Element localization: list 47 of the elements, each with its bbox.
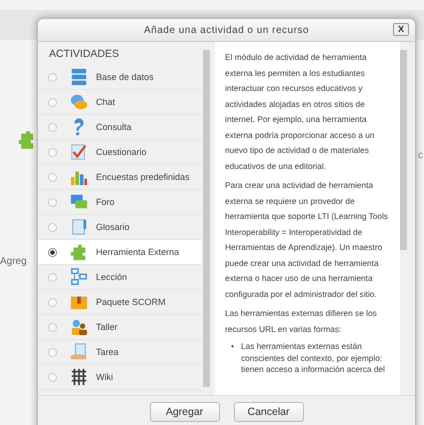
chat-icon [70,93,88,111]
wiki-icon [70,368,88,386]
description-paragraph: Para crear una actividad de herramienta externa se requiere un provedor de herramienta que soporte LTI (Learning Tools Interoperability = Interoperatividad de Herramientas de Aprendizaje). Un maestro puede crear una actividad de herramienta externa o hacer uso de una herramienta configurada por el administrador del sitio. [225,179,389,301]
flowchart-icon [70,268,88,286]
background-text: c [418,150,423,161]
puzzle-icon [18,130,34,150]
activity-item[interactable]: Tarea [38,340,201,365]
document-icon [70,343,88,361]
activity-item[interactable]: Lección [38,265,201,290]
cancel-button[interactable]: Cancelar [234,402,304,422]
activity-item[interactable]: Taller [38,315,201,340]
radio-button[interactable] [48,122,57,132]
radio-button[interactable] [48,272,57,282]
radio-button[interactable] [48,72,57,82]
activity-item[interactable]: Consulta [38,115,201,140]
activity-item[interactable]: Chat [38,90,201,115]
activity-item[interactable]: Base de datos [38,65,201,90]
radio-button[interactable] [48,148,57,156]
section-heading: ACTIVIDADES [48,48,120,62]
activity-item[interactable]: Herramienta Externa [38,240,201,265]
bullet-marker: • [231,341,235,352]
radio-button[interactable] [48,348,57,356]
checkmark-icon [70,143,88,161]
activity-item[interactable]: Encuestas predefinidas [38,165,201,190]
activity-item[interactable]: Paquete SCORM [38,290,201,315]
description-bullet: Las herramientas externas están conscientes del contexto, por ejemplo: tienen acceso a información acerca del [241,341,386,376]
radio-button[interactable] [48,372,57,382]
description-paragraph: El módulo de actividad de herramienta externa les permiten a los estudiantes interactuar con recursos educativos y actividades alojadas en otros sitios de internet. Por ejemplo, una herramienta externa podría proporcionar acceso a un nuevo tipo de actividad o de materiales educativos de una editorial. [225,51,376,172]
radio-button[interactable] [48,298,57,306]
radio-button[interactable] [48,198,57,206]
puzzle-icon [70,243,88,261]
activity-item[interactable]: Cuestionario [38,140,201,165]
dialog-title: Añade una actividad o un recurso [144,24,309,36]
activity-item[interactable]: Wiki [38,365,201,390]
add-button[interactable]: Agregar [150,402,220,422]
radio-button[interactable] [48,222,57,232]
radio-button[interactable] [48,322,57,332]
people-icon [70,318,88,336]
radio-button[interactable] [48,248,57,256]
radio-button[interactable] [48,172,57,182]
description-paragraph: Las herramientas externas difieren se los recursos URL en varias formas: [225,307,378,336]
close-button[interactable]: X [392,23,409,36]
forum-icon [70,193,88,211]
radio-button[interactable] [48,98,57,106]
activity-item[interactable]: Foro [38,190,201,215]
database-icon [70,68,88,86]
background-text: Agreg [0,256,27,267]
